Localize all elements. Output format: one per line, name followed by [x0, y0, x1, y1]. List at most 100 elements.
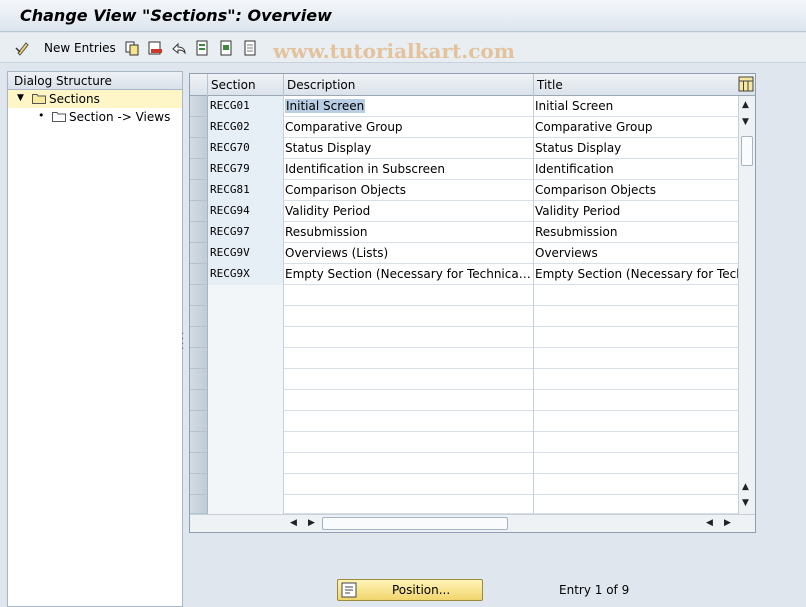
empty-row[interactable]	[190, 432, 738, 453]
empty-row[interactable]	[190, 453, 738, 474]
select-all-icon[interactable]	[195, 40, 211, 56]
row-selector[interactable]	[190, 390, 208, 411]
cell-description[interactable]	[284, 306, 534, 327]
empty-row[interactable]	[190, 369, 738, 390]
page-up-icon[interactable]: ▲	[742, 482, 749, 492]
cell-description[interactable]: Overviews (Lists)	[284, 243, 534, 264]
row-selector[interactable]	[190, 96, 208, 117]
cell-title[interactable]	[534, 306, 738, 327]
row-selector[interactable]	[190, 453, 208, 474]
empty-row[interactable]	[190, 285, 738, 306]
expand-triangle-icon[interactable]: ▼	[17, 93, 24, 103]
cell-description[interactable]	[284, 369, 534, 390]
cell-title[interactable]	[534, 390, 738, 411]
scroll-up-icon[interactable]: ▲	[742, 100, 749, 110]
table-row[interactable]: RECG97 Resubmission Resubmission	[190, 222, 738, 243]
cell-title[interactable]: Overviews	[534, 243, 738, 264]
cell-title[interactable]: Identification	[534, 159, 738, 180]
row-selector[interactable]	[190, 222, 208, 243]
cell-description[interactable]: Initial Screen	[284, 96, 534, 117]
row-selector[interactable]	[190, 264, 208, 285]
empty-row[interactable]	[190, 390, 738, 411]
cell-description[interactable]	[284, 411, 534, 432]
row-selector[interactable]	[190, 138, 208, 159]
cell-title[interactable]	[534, 495, 738, 514]
table-row[interactable]: RECG94 Validity Period Validity Period	[190, 201, 738, 222]
scroll-right-icon[interactable]: ▶	[308, 518, 315, 528]
row-selector[interactable]	[190, 495, 208, 514]
row-selector[interactable]	[190, 369, 208, 390]
select-block-icon[interactable]	[219, 40, 235, 56]
row-selector[interactable]	[190, 474, 208, 495]
deselect-all-icon[interactable]	[243, 40, 259, 56]
cell-description[interactable]	[284, 327, 534, 348]
scroll-left-end-icon[interactable]: ◀	[706, 518, 713, 528]
scroll-right-end-icon[interactable]: ▶	[724, 518, 731, 528]
cell-title[interactable]: Comparative Group	[534, 117, 738, 138]
page-down-icon[interactable]: ▼	[742, 498, 749, 508]
delete-icon[interactable]	[147, 40, 163, 56]
horizontal-scrollbar[interactable]: ◀ ▶ ◀ ▶	[190, 514, 755, 532]
cell-description[interactable]	[284, 390, 534, 411]
cell-description[interactable]: Validity Period	[284, 201, 534, 222]
undo-change-icon[interactable]	[171, 40, 187, 56]
table-row[interactable]: RECG9V Overviews (Lists) Overviews	[190, 243, 738, 264]
cell-description[interactable]	[284, 474, 534, 495]
cell-description[interactable]: Identification in Subscreen	[284, 159, 534, 180]
column-header-section[interactable]: Section	[208, 74, 284, 96]
row-selector[interactable]	[190, 285, 208, 306]
edit-toggle-icon[interactable]	[15, 40, 31, 56]
row-selector[interactable]	[190, 432, 208, 453]
empty-row[interactable]	[190, 474, 738, 495]
cell-title[interactable]: Empty Section (Necessary for Techn	[534, 264, 738, 285]
cell-title[interactable]: Validity Period	[534, 201, 738, 222]
cell-title[interactable]	[534, 285, 738, 306]
table-row[interactable]: RECG02 Comparative Group Comparative Gro…	[190, 117, 738, 138]
cell-description[interactable]: Comparison Objects	[284, 180, 534, 201]
row-selector[interactable]	[190, 327, 208, 348]
cell-title[interactable]	[534, 411, 738, 432]
new-entries-button[interactable]: New Entries	[44, 41, 116, 55]
row-selector[interactable]	[190, 180, 208, 201]
cell-title[interactable]	[534, 432, 738, 453]
cell-title[interactable]	[534, 348, 738, 369]
row-selector[interactable]	[190, 201, 208, 222]
panel-splitter-handle[interactable]: · · · ·	[181, 330, 187, 355]
table-row[interactable]: RECG79 Identification in Subscreen Ident…	[190, 159, 738, 180]
table-row[interactable]: RECG81 Comparison Objects Comparison Obj…	[190, 180, 738, 201]
position-button[interactable]: Position...	[337, 579, 483, 601]
cell-title[interactable]: Resubmission	[534, 222, 738, 243]
column-header-title[interactable]: Title	[534, 74, 738, 96]
horizontal-scroll-thumb[interactable]	[322, 517, 508, 530]
cell-description[interactable]: Comparative Group	[284, 117, 534, 138]
column-header-description[interactable]: Description	[284, 74, 534, 96]
copy-as-icon[interactable]	[124, 40, 140, 56]
table-row[interactable]: RECG01 Initial Screen Initial Screen	[190, 96, 738, 117]
row-selector[interactable]	[190, 243, 208, 264]
row-selector[interactable]	[190, 159, 208, 180]
tree-item-section-views[interactable]: • Section -> Views	[8, 108, 182, 126]
cell-title[interactable]	[534, 453, 738, 474]
select-all-rows-cell[interactable]	[190, 74, 208, 96]
cell-description[interactable]	[284, 285, 534, 306]
empty-row[interactable]	[190, 306, 738, 327]
empty-row[interactable]	[190, 348, 738, 369]
table-settings-icon[interactable]	[738, 76, 754, 92]
tree-item-sections[interactable]: ▼ Sections	[8, 90, 182, 108]
scroll-down-icon[interactable]: ▼	[742, 117, 749, 127]
table-row[interactable]: RECG70 Status Display Status Display	[190, 138, 738, 159]
vertical-scrollbar[interactable]: ▲ ▼ ▲ ▼	[738, 96, 755, 514]
row-selector[interactable]	[190, 306, 208, 327]
cell-description[interactable]	[284, 453, 534, 474]
cell-title[interactable]	[534, 369, 738, 390]
cell-title[interactable]: Comparison Objects	[534, 180, 738, 201]
table-row[interactable]: RECG9X Empty Section (Necessary for Tech…	[190, 264, 738, 285]
scroll-left-icon[interactable]: ◀	[290, 518, 297, 528]
cell-description[interactable]	[284, 432, 534, 453]
cell-description[interactable]: Status Display	[284, 138, 534, 159]
cell-title[interactable]: Status Display	[534, 138, 738, 159]
row-selector[interactable]	[190, 411, 208, 432]
empty-row[interactable]	[190, 411, 738, 432]
vertical-scroll-thumb[interactable]	[741, 136, 753, 166]
cell-title[interactable]	[534, 327, 738, 348]
